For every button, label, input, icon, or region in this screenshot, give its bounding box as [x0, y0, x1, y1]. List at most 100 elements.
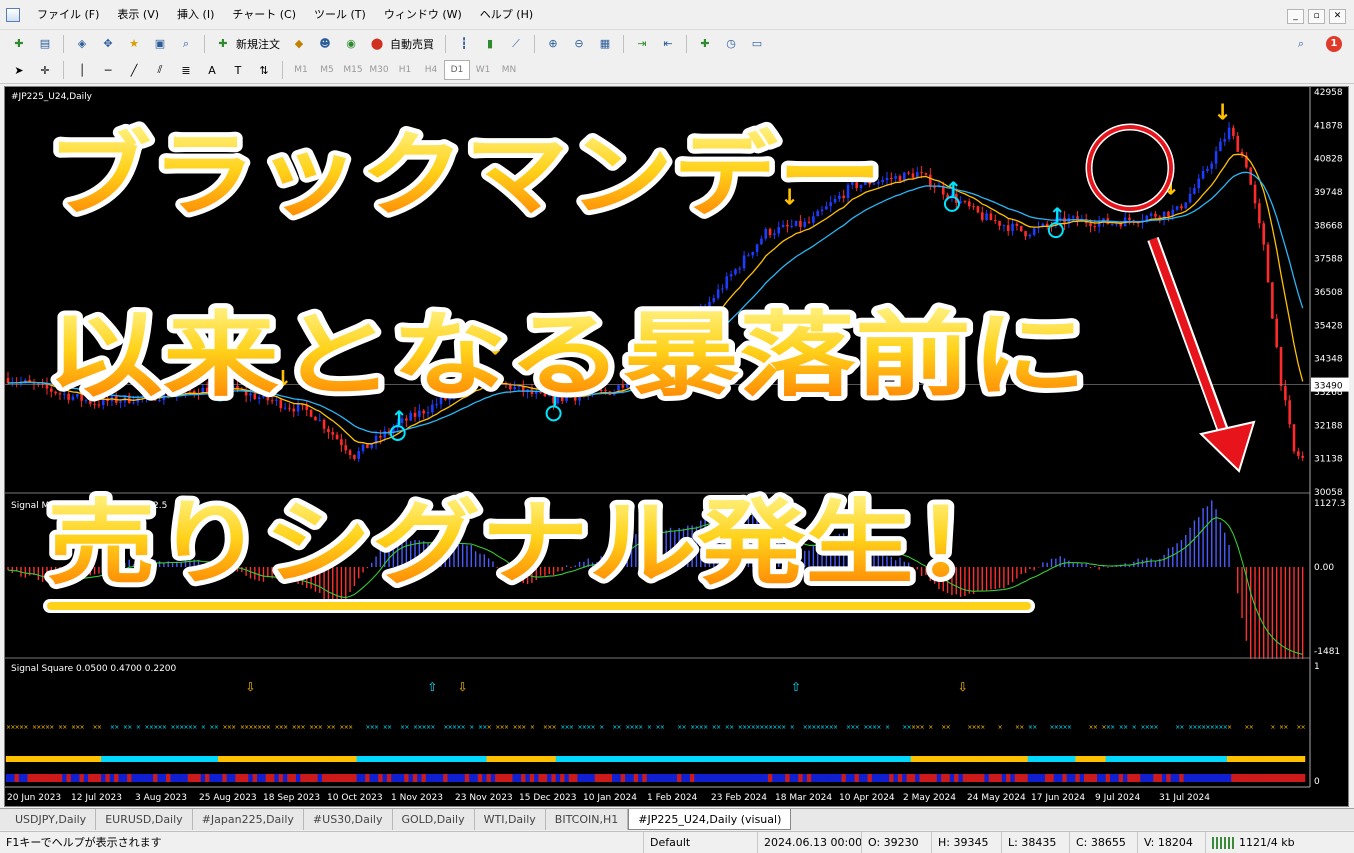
favorites-icon[interactable]: ★: [125, 35, 143, 53]
chart-shift-icon[interactable]: ⇤: [659, 35, 677, 53]
square-momentum-bar: [655, 774, 661, 782]
market-watch-icon[interactable]: ◈: [73, 35, 91, 53]
tester-icon[interactable]: ⌕: [177, 35, 195, 53]
square-trend-bar: [5, 756, 11, 762]
tab-gold[interactable]: GOLD,Daily: [393, 809, 475, 830]
chart-canvas[interactable]: ↓ ↓↓↓ ↓↓↑↑↑↑↑ Signal MAC 2.5 Signal Square …: [5, 87, 1350, 808]
square-momentum-bar: [83, 774, 89, 782]
timeframe-m1[interactable]: M1: [288, 60, 314, 80]
restore-button[interactable]: ▫: [1308, 9, 1325, 24]
menu-window[interactable]: ウィンドウ (W): [375, 0, 471, 30]
new-order-icon[interactable]: ✚: [214, 35, 232, 53]
new-order-button[interactable]: 新規注文: [236, 36, 280, 52]
square-trend-bar: [1244, 756, 1249, 762]
zoom-in-icon[interactable]: ⊕: [544, 35, 562, 53]
candlestick-icon[interactable]: ▮: [481, 35, 499, 53]
channel-icon[interactable]: ⫽: [151, 61, 169, 79]
auto-trading-icon[interactable]: ⬤: [368, 35, 386, 53]
candle-body: [716, 289, 720, 298]
crosshair-move-icon[interactable]: ✥: [99, 35, 117, 53]
menu-chart[interactable]: チャート (C): [223, 0, 305, 30]
menu-tools[interactable]: ツール (T): [305, 0, 375, 30]
square-trend-bar: [1265, 756, 1271, 762]
candle-body: [1011, 223, 1014, 231]
cursor-icon[interactable]: ➤: [10, 61, 28, 79]
horizontal-line-icon[interactable]: ─: [99, 61, 117, 79]
vertical-line-icon[interactable]: │: [73, 61, 91, 79]
square-momentum-bar: [243, 774, 249, 782]
notification-badge[interactable]: 1: [1326, 35, 1342, 52]
trendline-icon[interactable]: ╱: [125, 61, 143, 79]
timeframe-m30[interactable]: M30: [366, 60, 392, 80]
square-trend-bar: [737, 756, 743, 762]
menu-view[interactable]: 表示 (V): [108, 0, 168, 30]
square-momentum-bar: [715, 774, 721, 782]
square-momentum-bar: [482, 774, 487, 782]
overlay-headline-line: 以来となる暴落前に: [47, 302, 1087, 409]
price-tick-label: 36508: [1314, 288, 1343, 298]
timeframe-w1[interactable]: W1: [470, 60, 496, 80]
metaeditor-icon[interactable]: ◆: [290, 35, 308, 53]
square-momentum-bar: [79, 774, 85, 782]
candle-body: [1019, 225, 1023, 232]
market-icon[interactable]: ◉: [342, 35, 360, 53]
text-label-icon[interactable]: T: [229, 61, 247, 79]
candle-body: [755, 244, 759, 252]
tab-usdjpy[interactable]: USDJPY,Daily: [6, 809, 97, 830]
auto-scroll-icon[interactable]: ⇥: [633, 35, 651, 53]
status-traffic-value: 1121/4 kb: [1239, 836, 1295, 849]
square-momentum-bar: [1101, 774, 1107, 782]
tab-wti[interactable]: WTI,Daily: [475, 809, 546, 830]
templates-icon[interactable]: ▭: [748, 35, 766, 53]
fibonacci-icon[interactable]: ≣: [177, 61, 195, 79]
auto-trading-button[interactable]: 自動売買: [390, 36, 434, 52]
tab-us30[interactable]: #US30,Daily: [304, 809, 393, 830]
timeframe-h4[interactable]: H4: [418, 60, 444, 80]
square-momentum-bar: [1109, 774, 1115, 782]
timeframe-m15[interactable]: M15: [340, 60, 366, 80]
square-momentum-bar: [144, 774, 150, 782]
square-dot-marker: ×: [521, 724, 526, 731]
square-trend-bar: [876, 756, 881, 762]
periods-icon[interactable]: ◷: [722, 35, 740, 53]
tab-bitcoin[interactable]: BITCOIN,H1: [546, 809, 629, 830]
signals-icon[interactable]: ☻: [316, 35, 334, 53]
tab-jp225-visual[interactable]: #JP225_U24,Daily (visual): [628, 809, 792, 830]
tab-eurusd[interactable]: EURUSD,Daily: [96, 809, 193, 830]
tile-windows-icon[interactable]: ▦: [596, 35, 614, 53]
close-button[interactable]: ✕: [1329, 9, 1346, 24]
profiles-icon[interactable]: ▤: [36, 35, 54, 53]
candle-body: [309, 409, 313, 417]
square-momentum-bar: [828, 774, 834, 782]
square-trend-bar: [607, 756, 613, 762]
menu-insert[interactable]: 挿入 (I): [168, 0, 223, 30]
timeframe-h1[interactable]: H1: [392, 60, 418, 80]
indicators-icon[interactable]: ✚: [696, 35, 714, 53]
square-momentum-bar: [932, 774, 938, 782]
crosshair-icon[interactable]: ✛: [36, 61, 54, 79]
menu-file[interactable]: ファイル (F): [28, 0, 108, 30]
tab-japan225[interactable]: #Japan225,Daily: [193, 809, 304, 830]
bar-chart-icon[interactable]: ┇: [455, 35, 473, 53]
search-icon[interactable]: ⌕: [1292, 35, 1310, 53]
new-chart-icon[interactable]: ✚: [10, 35, 28, 53]
text-icon[interactable]: A: [203, 61, 221, 79]
square-trend-bar: [399, 756, 405, 762]
square-trend-bar: [772, 756, 777, 762]
menu-help[interactable]: ヘルプ (H): [471, 0, 542, 30]
square-momentum-bar: [871, 774, 877, 782]
overlay-underline: [47, 602, 1031, 610]
timeframe-mn[interactable]: MN: [496, 60, 522, 80]
square-trend-bar: [174, 756, 180, 762]
timeframe-d1[interactable]: D1: [444, 60, 470, 80]
square-momentum-bar: [1079, 774, 1085, 782]
date-tick-label: 10 Apr 2024: [839, 793, 895, 803]
square-trend-bar: [581, 756, 587, 762]
arrows-icon[interactable]: ⇅: [255, 61, 273, 79]
timeframe-m5[interactable]: M5: [314, 60, 340, 80]
chart-window[interactable]: ↓ ↓ ↓ ↓ ↓ ↓ ↑ ↑ ↑ ↑ ↑ Signal MAC 2.5 Signal Square …: [4, 86, 1349, 807]
minimize-button[interactable]: _: [1287, 9, 1304, 24]
zoom-out-icon[interactable]: ⊖: [570, 35, 588, 53]
navigator-icon[interactable]: ▣: [151, 35, 169, 53]
line-chart-icon[interactable]: ⟋: [507, 35, 525, 53]
